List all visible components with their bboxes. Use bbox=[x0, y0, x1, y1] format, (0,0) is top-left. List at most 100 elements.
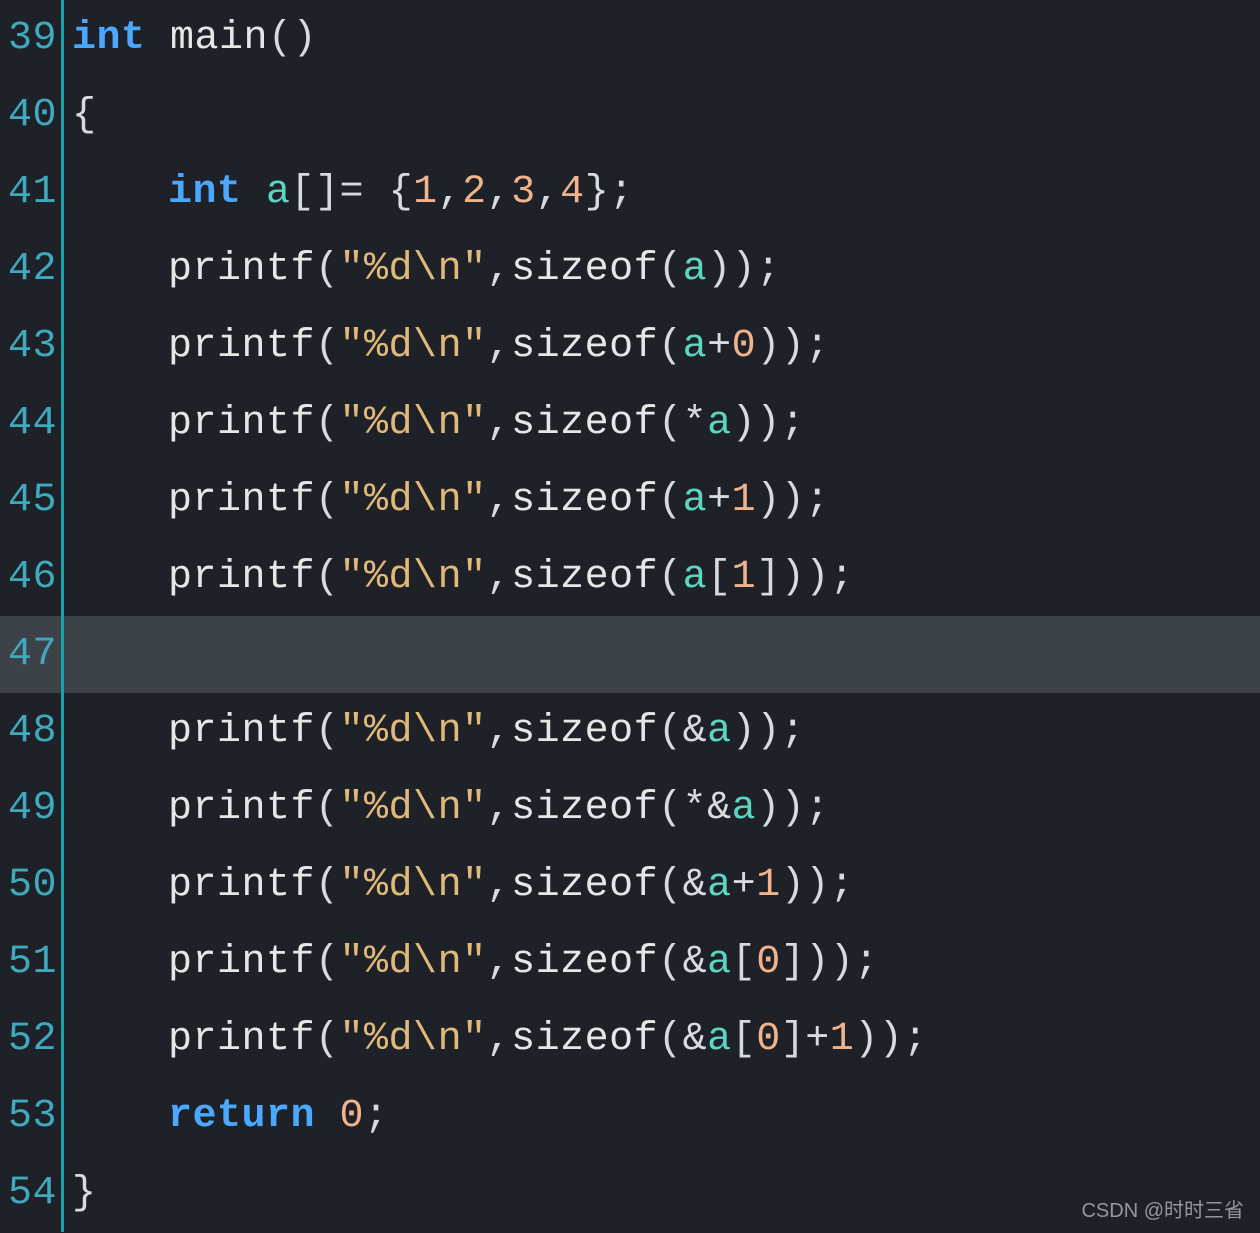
token: a bbox=[266, 170, 291, 215]
code-content[interactable]: } bbox=[64, 1174, 97, 1214]
token: a bbox=[707, 940, 732, 985]
token: return bbox=[168, 1094, 340, 1139]
token: a bbox=[683, 555, 708, 600]
code-line[interactable]: 51printf("%d\n",sizeof(&a[0])); bbox=[0, 924, 1260, 1001]
token: 4 bbox=[560, 170, 585, 215]
token: ( bbox=[658, 555, 683, 600]
code-editor[interactable]: 39int main()40{41int a[]= {1,2,3,4};42pr… bbox=[0, 0, 1260, 1233]
token: a bbox=[683, 478, 708, 523]
token: ( bbox=[315, 940, 340, 985]
code-content[interactable]: printf("%d\n",sizeof(a[1])); bbox=[64, 558, 854, 598]
code-line[interactable]: 42printf("%d\n",sizeof(a)); bbox=[0, 231, 1260, 308]
token: ) bbox=[732, 247, 757, 292]
line-number: 47 bbox=[0, 616, 64, 693]
code-line[interactable]: 43printf("%d\n",sizeof(a+0)); bbox=[0, 308, 1260, 385]
token: ) bbox=[293, 16, 318, 61]
code-line[interactable]: 40{ bbox=[0, 77, 1260, 154]
token: ; bbox=[854, 940, 879, 985]
code-line[interactable]: 46printf("%d\n",sizeof(a[1])); bbox=[0, 539, 1260, 616]
token: int bbox=[168, 170, 266, 215]
token: ; bbox=[805, 786, 830, 831]
code-line[interactable]: 45printf("%d\n",sizeof(a+1)); bbox=[0, 462, 1260, 539]
token: ) bbox=[756, 709, 781, 754]
code-line[interactable]: 39int main() bbox=[0, 0, 1260, 77]
token: , bbox=[487, 401, 512, 446]
code-line[interactable]: 52printf("%d\n",sizeof(&a[0]+1)); bbox=[0, 1001, 1260, 1078]
token: ] bbox=[781, 940, 806, 985]
line-number: 50 bbox=[0, 847, 64, 924]
token: a bbox=[707, 709, 732, 754]
token: 3 bbox=[511, 170, 536, 215]
token: printf bbox=[168, 324, 315, 369]
code-content[interactable]: printf("%d\n",sizeof(a)); bbox=[64, 250, 781, 290]
code-line[interactable]: 44printf("%d\n",sizeof(*a)); bbox=[0, 385, 1260, 462]
token: printf bbox=[168, 940, 315, 985]
token: printf bbox=[168, 247, 315, 292]
code-content[interactable]: printf("%d\n",sizeof(&a)); bbox=[64, 712, 805, 752]
code-content[interactable]: int a[]= {1,2,3,4}; bbox=[64, 173, 634, 213]
code-content[interactable]: printf("%d\n",sizeof(*&a)); bbox=[64, 789, 830, 829]
token: ) bbox=[781, 555, 806, 600]
code-line[interactable]: 50printf("%d\n",sizeof(&a+1)); bbox=[0, 847, 1260, 924]
token: { bbox=[72, 93, 97, 138]
code-content[interactable]: printf("%d\n",sizeof(&a[0])); bbox=[64, 943, 879, 983]
token: ) bbox=[732, 401, 757, 446]
token: ( bbox=[315, 709, 340, 754]
line-number: 54 bbox=[0, 1155, 64, 1232]
token: , bbox=[487, 709, 512, 754]
code-line[interactable]: 41int a[]= {1,2,3,4}; bbox=[0, 154, 1260, 231]
code-content[interactable]: return 0; bbox=[64, 1097, 389, 1137]
line-number: 42 bbox=[0, 231, 64, 308]
code-line[interactable]: 49printf("%d\n",sizeof(*&a)); bbox=[0, 770, 1260, 847]
code-content[interactable]: printf("%d\n",sizeof(a+1)); bbox=[64, 481, 830, 521]
code-line[interactable]: 54} bbox=[0, 1155, 1260, 1232]
token: "%d\n" bbox=[340, 786, 487, 831]
code-content[interactable]: printf("%d\n",sizeof(a+0)); bbox=[64, 327, 830, 367]
code-line[interactable]: 53return 0; bbox=[0, 1078, 1260, 1155]
token: printf bbox=[168, 555, 315, 600]
token: a bbox=[707, 863, 732, 908]
line-number: 39 bbox=[0, 0, 64, 77]
code-content[interactable]: { bbox=[64, 96, 97, 136]
line-number: 48 bbox=[0, 693, 64, 770]
token: main bbox=[170, 16, 268, 61]
token: a bbox=[683, 247, 708, 292]
token: + bbox=[805, 1017, 830, 1062]
code-content[interactable]: int main() bbox=[64, 19, 317, 59]
token: printf bbox=[168, 863, 315, 908]
token: 0 bbox=[340, 1094, 365, 1139]
token: ) bbox=[756, 786, 781, 831]
token: ( bbox=[315, 478, 340, 523]
line-number: 41 bbox=[0, 154, 64, 231]
code-line[interactable]: 48printf("%d\n",sizeof(&a)); bbox=[0, 693, 1260, 770]
token: ; bbox=[830, 555, 855, 600]
token: [ bbox=[707, 555, 732, 600]
token: a bbox=[707, 401, 732, 446]
token: int bbox=[72, 16, 170, 61]
token: 1 bbox=[413, 170, 438, 215]
token: a bbox=[707, 1017, 732, 1062]
token: ) bbox=[805, 863, 830, 908]
line-number: 46 bbox=[0, 539, 64, 616]
token: 0 bbox=[732, 324, 757, 369]
token: sizeof bbox=[511, 863, 658, 908]
token: sizeof bbox=[511, 401, 658, 446]
token: ) bbox=[879, 1017, 904, 1062]
token: *& bbox=[683, 786, 732, 831]
code-content[interactable]: printf("%d\n",sizeof(&a+1)); bbox=[64, 866, 854, 906]
token: sizeof bbox=[511, 940, 658, 985]
code-line[interactable]: 47 bbox=[0, 616, 1260, 693]
code-content[interactable]: printf("%d\n",sizeof(&a[0]+1)); bbox=[64, 1020, 928, 1060]
token: sizeof bbox=[511, 247, 658, 292]
token: "%d\n" bbox=[340, 401, 487, 446]
token: sizeof bbox=[511, 555, 658, 600]
code-content[interactable]: printf("%d\n",sizeof(*a)); bbox=[64, 404, 805, 444]
token: ) bbox=[830, 940, 855, 985]
token: 1 bbox=[830, 1017, 855, 1062]
token: ( bbox=[658, 863, 683, 908]
token: 1 bbox=[756, 863, 781, 908]
token: "%d\n" bbox=[340, 247, 487, 292]
token: { bbox=[389, 170, 414, 215]
token: } bbox=[72, 1171, 97, 1216]
watermark: CSDN @时时三省 bbox=[1081, 1194, 1244, 1223]
